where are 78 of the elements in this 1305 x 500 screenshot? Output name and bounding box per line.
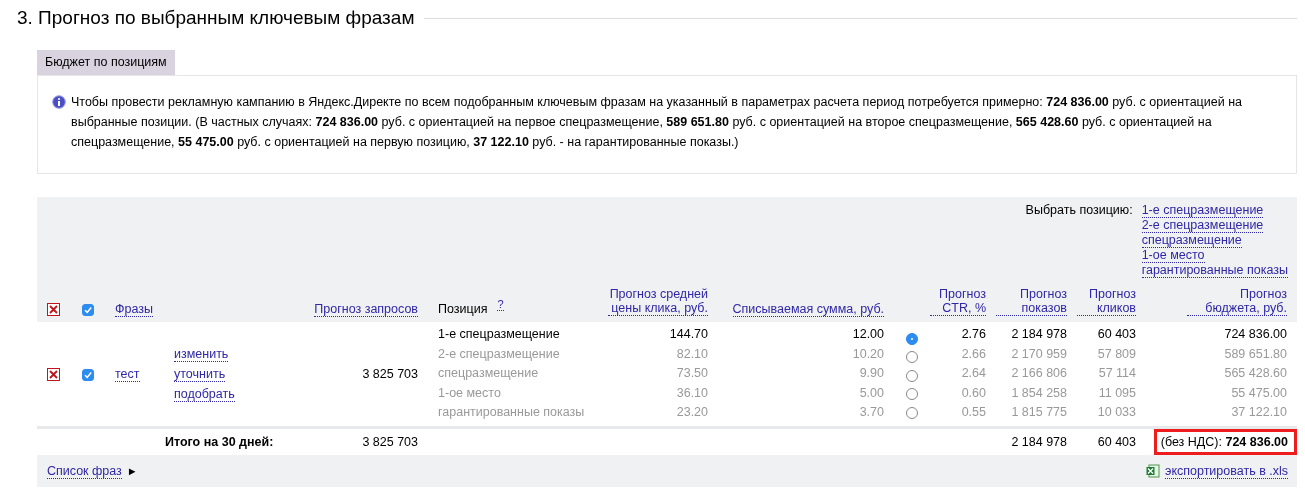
table-cell-text: 2.64 bbox=[960, 365, 986, 383]
table-cell-text: 10 033 bbox=[1096, 404, 1136, 422]
position-radio[interactable] bbox=[906, 369, 918, 382]
table-cell-text: 0.55 bbox=[960, 404, 986, 422]
table-cell-text: 1 815 775 bbox=[1010, 404, 1067, 422]
table-cell-text: 2.66 bbox=[960, 345, 986, 363]
table-cell-text: 57 809 bbox=[1096, 345, 1136, 363]
table-cell-text: 23.20 bbox=[675, 404, 708, 422]
tab[interactable]: Бюджет по позициям bbox=[37, 50, 175, 75]
table-cell: 2 184 978 bbox=[1011, 435, 1067, 449]
table-cell-text: 1-ое место bbox=[438, 384, 502, 402]
table-cell-text: гарантированные показы bbox=[438, 404, 586, 422]
expand-arrow-icon[interactable]: ► bbox=[126, 465, 138, 477]
table-cell-text: 60 403 bbox=[1096, 326, 1136, 344]
column-header[interactable]: Списываемая сумма, руб. bbox=[732, 302, 884, 317]
table-cell-text: 11 095 bbox=[1097, 384, 1136, 402]
table-cell-text: 37 122.10 bbox=[1230, 404, 1287, 422]
phrase-link[interactable]: тест bbox=[115, 367, 140, 382]
position-link[interactable]: 2-е спецразмещение bbox=[1141, 218, 1264, 233]
column-header[interactable]: Прогноз CTR, % bbox=[930, 287, 986, 316]
column-header[interactable]: Прогноз запросов bbox=[314, 302, 418, 317]
column-header[interactable]: Прогноз средней цены клика, руб. bbox=[608, 287, 708, 316]
column-header[interactable]: Прогноз показов bbox=[996, 287, 1067, 316]
table-cell-text: 1-е спецразмещение bbox=[438, 326, 561, 344]
position-radio[interactable] bbox=[906, 406, 918, 419]
table-cell-text: 2 166 806 bbox=[1010, 365, 1067, 383]
position-link[interactable]: гарантированные показы bbox=[1141, 263, 1288, 278]
table-cell-text: 55 475.00 bbox=[1230, 384, 1287, 402]
help-link[interactable]: ? bbox=[497, 297, 504, 311]
column-header: Позиция bbox=[438, 302, 488, 316]
table-cell: 3 825 703 bbox=[362, 435, 418, 449]
action-link[interactable]: уточнить bbox=[174, 366, 226, 382]
table-cell-text: 9.90 bbox=[858, 365, 884, 383]
export-link[interactable]: экспортировать в .xls bbox=[1165, 463, 1288, 479]
table-cell-text: 565 428.60 bbox=[1223, 365, 1287, 383]
table-cell-text: 57 114 bbox=[1097, 365, 1136, 383]
position-link[interactable]: спецразмещение bbox=[1141, 233, 1242, 248]
action-link[interactable]: изменить bbox=[174, 346, 229, 362]
phrase-list-link[interactable]: Список фраз bbox=[47, 463, 122, 479]
table-cell-text: 144.70 bbox=[668, 326, 708, 344]
spreadsheet-icon bbox=[1146, 464, 1160, 478]
info-icon bbox=[52, 95, 66, 109]
position-link[interactable]: 1-е спецразмещение bbox=[1141, 203, 1264, 218]
table-cell: 60 403 bbox=[1097, 435, 1136, 449]
delete-icon[interactable] bbox=[47, 368, 60, 382]
table-cell-text: 589 651.80 bbox=[1223, 345, 1287, 363]
table-cell-text: 82.10 bbox=[675, 345, 708, 363]
table-cell-text: 2.76 bbox=[960, 326, 986, 344]
table-cell-text: 724 836.00 bbox=[1223, 326, 1287, 344]
picker-label: Выбрать позицию: bbox=[1025, 203, 1133, 219]
column-header[interactable]: Прогноз кликов bbox=[1077, 287, 1136, 316]
column-header[interactable]: Прогноз бюджета, руб. bbox=[1187, 287, 1287, 316]
position-radio[interactable] bbox=[906, 332, 918, 345]
table-cell-text: 10.20 bbox=[851, 345, 884, 363]
table-cell-text: 12.00 bbox=[851, 326, 884, 344]
table-cell-text: 2 170 959 bbox=[1010, 345, 1067, 363]
table-cell-text: 2 184 978 bbox=[1010, 326, 1067, 344]
total-label: Итого на 30 дней: bbox=[165, 435, 274, 449]
table-cell-text: 36.10 bbox=[675, 384, 708, 402]
position-radio[interactable] bbox=[906, 388, 918, 401]
table-cell-text: 5.00 bbox=[858, 384, 884, 402]
table-cell-text: 2-е спецразмещение bbox=[438, 345, 561, 363]
table-cell: 3 825 703 bbox=[362, 367, 418, 381]
row-checkbox[interactable] bbox=[81, 368, 94, 381]
total-budget: (без НДС): 724 836.00 bbox=[1153, 429, 1297, 455]
info-text: Чтобы провести рекламную кампанию в Яндекс.Директе по всем подобранным ключевым фразам на указанный в параметрах расчета период потребуется примерно: 724 836.00 руб. с ориентацией на выбранные позиции. (В частных случаях: 724 836.00 руб. с ориентацией на первое спецразмещение, 589 651.80 руб. с ориентацией на второе спецразмещение, 565 428.60 руб. с ориентацией на спецразмещение, 55 475.00 руб. с ориентацией на первую позицию, 37 122.10 руб. - на гарантированные показы.) bbox=[71, 94, 1243, 151]
column-header[interactable]: Фразы bbox=[115, 302, 153, 317]
action-link[interactable]: подобрать bbox=[174, 386, 235, 402]
section-heading: 3. Прогноз по выбранным ключевым фразам bbox=[17, 7, 415, 29]
table-cell-text: спецразмещение bbox=[438, 365, 540, 383]
position-radio[interactable] bbox=[906, 351, 918, 364]
position-link[interactable]: 1-ое место bbox=[1141, 248, 1205, 263]
table-cell-text: 73.50 bbox=[675, 365, 708, 383]
select-all-checkbox[interactable] bbox=[81, 303, 94, 316]
delete-all-icon[interactable] bbox=[47, 303, 60, 316]
table-cell-text: 1 854 258 bbox=[1010, 384, 1067, 402]
table-cell-text: 0.60 bbox=[960, 384, 986, 402]
table-cell-text: 3.70 bbox=[858, 404, 884, 422]
